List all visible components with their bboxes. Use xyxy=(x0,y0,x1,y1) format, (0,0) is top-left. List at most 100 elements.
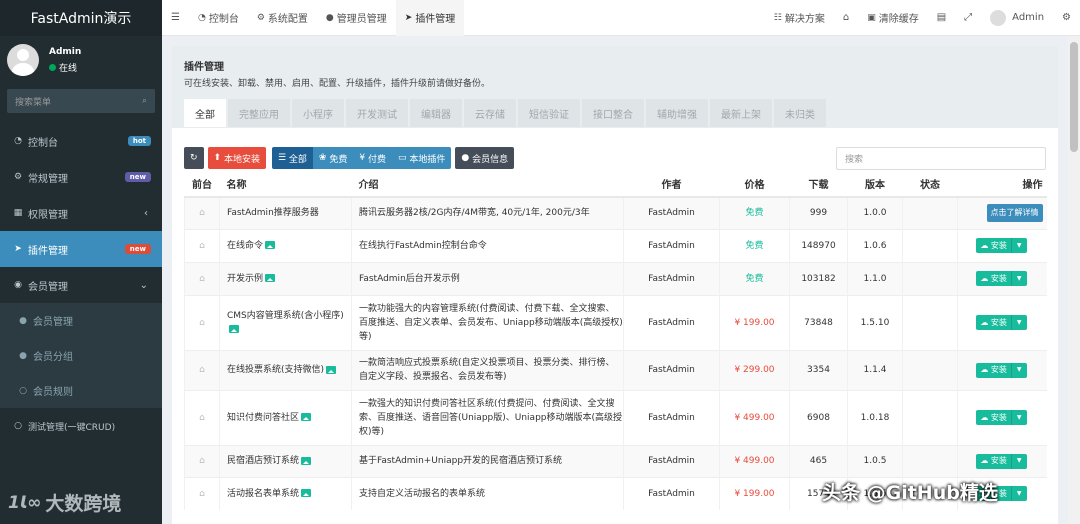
local-install-button[interactable]: ⬆ 本地安装 xyxy=(207,147,266,169)
tab-newest[interactable]: 最新上架 xyxy=(710,99,772,127)
home-icon[interactable]: ⌂ xyxy=(199,489,205,499)
tab-api[interactable]: 接口整合 xyxy=(582,99,644,127)
addon-name[interactable]: CMS内容管理系统(含小程序) xyxy=(227,311,344,321)
caret-down-icon[interactable]: ▼ xyxy=(1012,486,1027,501)
page-scrollbar[interactable] xyxy=(1068,36,1080,524)
addon-name[interactable]: FastAdmin推荐服务器 xyxy=(227,208,319,218)
addon-name[interactable]: 在线投票系统(支持微信) xyxy=(227,365,324,375)
caret-down-icon[interactable]: ▼ xyxy=(1012,454,1027,469)
sidebar-item-members[interactable]: ◉ 会员管理 ⌄ xyxy=(0,267,162,303)
filter-label: 付费 xyxy=(367,154,386,165)
intro-cell: 一款功能强大的内容管理系统(付费阅读、付费下载、全文搜索、百度推送、自定义表单、… xyxy=(351,294,624,350)
home-button[interactable]: ⌂ xyxy=(834,0,858,36)
install-button[interactable]: ☁ 安装 ▼ xyxy=(976,410,1027,425)
sidebar-search-input[interactable]: 搜索菜单 ⌕ xyxy=(7,89,155,113)
sidebar-subitem-member-rule[interactable]: ○ 会员规则 xyxy=(0,373,162,408)
col-header-status[interactable]: 状态 xyxy=(902,170,958,198)
caret-down-icon[interactable]: ▼ xyxy=(1012,363,1027,378)
col-header-downloads[interactable]: 下载 xyxy=(789,170,848,198)
caret-down-icon[interactable]: ▼ xyxy=(1012,238,1027,253)
install-button[interactable]: ☁ 安装 ▼ xyxy=(976,315,1027,330)
language-button[interactable]: ▤ xyxy=(928,0,955,36)
col-header-name[interactable]: 名称 xyxy=(219,170,352,198)
home-icon[interactable]: ⌂ xyxy=(199,318,205,328)
tab-addons[interactable]: ➤ 插件管理 xyxy=(395,0,465,36)
filter-local-button[interactable]: ▭ 本地插件 xyxy=(391,147,452,169)
page-title: 插件管理 xyxy=(184,62,224,73)
user-menu[interactable]: Admin xyxy=(981,0,1053,36)
home-icon[interactable]: ⌂ xyxy=(199,208,205,218)
addon-name[interactable]: 开发示例 xyxy=(227,274,263,284)
image-icon[interactable] xyxy=(265,241,276,249)
install-button[interactable]: ☁ 安装 ▼ xyxy=(976,238,1027,253)
detail-button[interactable]: 点击了解详情 xyxy=(986,204,1043,223)
col-header-price[interactable]: 价格 xyxy=(719,170,790,198)
addon-name[interactable]: 在线命令 xyxy=(227,241,263,251)
sidebar-item-auth[interactable]: ▦ 权限管理 ‹ xyxy=(0,195,162,231)
install-button[interactable]: ☁ 安装 ▼ xyxy=(976,453,1027,469)
tab-sms[interactable]: 短信验证 xyxy=(518,99,580,127)
tab-dashboard[interactable]: ◔ 控制台 xyxy=(189,0,248,36)
refresh-button[interactable]: ↻ xyxy=(184,147,204,169)
image-icon[interactable] xyxy=(265,274,276,282)
tab-miniprogram[interactable]: 小程序 xyxy=(292,99,344,127)
image-icon[interactable] xyxy=(326,365,337,374)
rocket-icon: ➤ xyxy=(14,244,22,254)
member-info-button[interactable]: ● 会员信息 xyxy=(455,147,515,169)
col-header-intro[interactable]: 介绍 xyxy=(351,170,624,198)
tab-admin[interactable]: ● 管理员管理 xyxy=(317,0,396,36)
tab-enhance[interactable]: 辅助增强 xyxy=(646,99,708,127)
sidebar-subitem-member-group[interactable]: ● 会员分组 xyxy=(0,338,162,373)
sidebar-item-dashboard[interactable]: ◔ 控制台 hot xyxy=(0,123,162,159)
image-icon[interactable] xyxy=(301,413,312,421)
tab-dev-test[interactable]: 开发测试 xyxy=(346,99,408,127)
filter-all-button[interactable]: ☰ 全部 xyxy=(271,147,313,169)
sidebar-item-addons[interactable]: ➤ 插件管理 new xyxy=(0,231,162,267)
home-icon[interactable]: ⌂ xyxy=(199,365,205,375)
tab-config[interactable]: ⚙ 系统配置 xyxy=(248,0,317,36)
addon-name[interactable]: 活动报名表单系统 xyxy=(227,489,299,499)
app-title[interactable]: FastAdmin演示 xyxy=(0,0,162,36)
addon-name[interactable]: 民宿酒店预订系统 xyxy=(227,456,299,466)
scrollbar-thumb[interactable] xyxy=(1070,42,1078,152)
caret-down-icon[interactable]: ▼ xyxy=(1012,315,1027,330)
settings-button[interactable]: ⚙ xyxy=(1053,0,1080,36)
home-icon[interactable]: ⌂ xyxy=(199,456,205,466)
home-icon[interactable]: ⌂ xyxy=(199,413,205,423)
image-icon[interactable] xyxy=(301,489,312,498)
addon-name[interactable]: 知识付费问答社区 xyxy=(227,413,299,423)
sidebar-item-test[interactable]: ○ 测试管理(一键CRUD) xyxy=(0,408,162,444)
image-icon[interactable] xyxy=(301,456,312,465)
tab-uncategorized[interactable]: 未归类 xyxy=(774,99,826,127)
install-label: ☁ 安装 xyxy=(976,453,1012,469)
filter-free-button[interactable]: ❀ 免费 xyxy=(312,147,354,169)
filter-paid-button[interactable]: ¥ 付费 xyxy=(353,147,392,169)
install-text: 安装 xyxy=(990,273,1007,283)
home-icon[interactable]: ⌂ xyxy=(199,241,205,251)
col-header-frontend[interactable]: 前台 xyxy=(184,170,220,198)
sidebar-toggle-button[interactable]: ☰ xyxy=(162,0,189,36)
image-icon[interactable] xyxy=(229,325,239,333)
tab-cloud-storage[interactable]: 云存储 xyxy=(464,99,516,127)
search-input[interactable]: 搜索 xyxy=(836,146,1046,170)
sidebar-item-general[interactable]: ⚙ 常规管理 new xyxy=(0,159,162,195)
watermark-text: 大数跨境 xyxy=(45,493,122,515)
tab-complete-app[interactable]: 完整应用 xyxy=(228,99,290,127)
caret-down-icon[interactable]: ▼ xyxy=(1012,271,1027,286)
tab-all[interactable]: 全部 xyxy=(184,99,226,127)
install-button[interactable]: ☁ 安装 ▼ xyxy=(976,362,1027,378)
fullscreen-button[interactable]: ⤢ xyxy=(955,0,981,36)
col-header-actions[interactable]: 操作 xyxy=(957,170,1047,198)
user-status-label: 在线 xyxy=(59,63,78,74)
col-header-version[interactable]: 版本 xyxy=(847,170,903,198)
install-button[interactable]: ☁ 安装 ▼ xyxy=(976,271,1027,286)
search-icon[interactable]: ⌕ xyxy=(142,96,147,106)
caret-down-icon[interactable]: ▼ xyxy=(1012,410,1027,425)
home-icon[interactable]: ⌂ xyxy=(199,274,205,284)
tab-editor[interactable]: 编辑器 xyxy=(410,99,462,127)
col-header-author[interactable]: 作者 xyxy=(623,170,720,198)
version-cell: 1.1.4 xyxy=(847,349,903,390)
clear-cache-button[interactable]: ▣ 清除缓存 xyxy=(858,0,928,36)
sidebar-subitem-member-list[interactable]: ● 会员管理 xyxy=(0,303,162,338)
solutions-button[interactable]: ☷ 解决方案 xyxy=(765,0,834,36)
